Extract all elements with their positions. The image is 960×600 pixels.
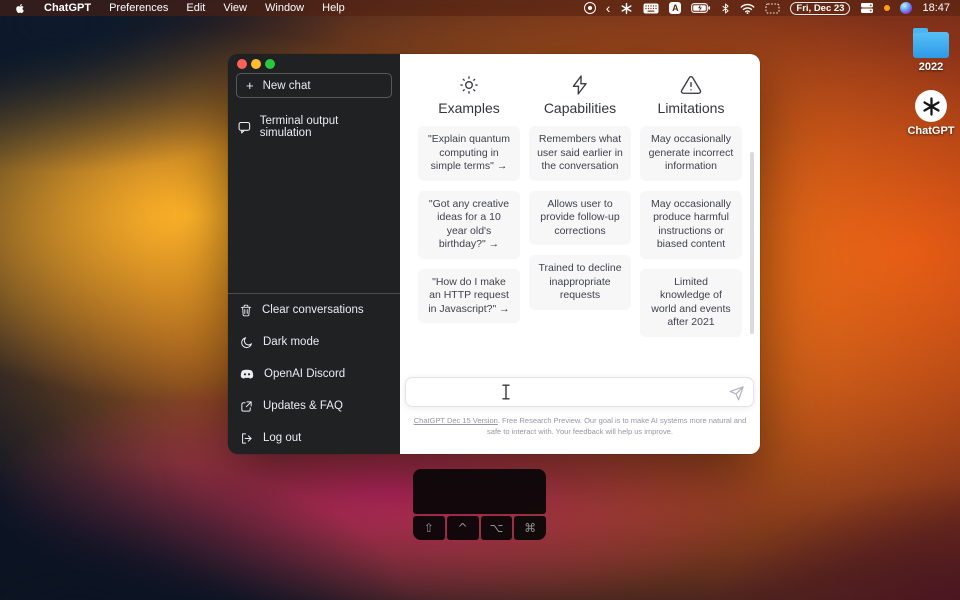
column-title: Examples — [438, 100, 499, 116]
new-chat-button[interactable]: + New chat — [236, 73, 392, 98]
sidebar-item-label: OpenAI Discord — [264, 368, 345, 380]
example-card[interactable]: "Explain quantum computing in simple ter… — [418, 126, 520, 181]
menubar-date[interactable]: Fri, Dec 23 — [790, 2, 850, 15]
chatgpt-window: + New chat Terminal output simulation Cl… — [228, 54, 760, 454]
menu-item-chatgpt[interactable]: ChatGPT — [44, 2, 91, 14]
keyboard-icon[interactable] — [643, 3, 659, 14]
sidebar-item-chat-history[interactable]: Terminal output simulation — [228, 110, 400, 144]
send-icon[interactable] — [729, 386, 744, 401]
close-window-button[interactable] — [237, 59, 247, 69]
chat-history-label: Terminal output simulation — [260, 115, 390, 139]
menubar-clock[interactable]: 18:47 — [922, 2, 950, 14]
desktop-icon-label: ChatGPT — [899, 125, 960, 137]
sidebar-item-dark-mode[interactable]: Dark mode — [228, 326, 400, 358]
chat-bubble-icon — [238, 121, 251, 134]
footer-text: . Free Research Preview. Our goal is to … — [487, 416, 746, 436]
external-link-icon — [240, 400, 253, 413]
desktop-icon-label: 2022 — [899, 61, 960, 73]
sidebar-item-label: Updates & FAQ — [263, 400, 343, 412]
control-key-indicator: ^ — [447, 516, 479, 540]
sidebar-item-label: Log out — [263, 432, 301, 444]
sidebar-item-clear-conversations[interactable]: Clear conversations — [228, 294, 400, 326]
message-input-container — [405, 377, 754, 407]
screen-record-icon[interactable] — [584, 2, 596, 14]
sidebar-item-updates-faq[interactable]: Updates & FAQ — [228, 390, 400, 422]
siri-icon[interactable] — [900, 2, 912, 14]
footer-disclaimer: ChatGPT Dec 15 Version. Free Research Pr… — [410, 416, 750, 437]
warning-triangle-icon — [680, 74, 702, 96]
option-key-indicator: ⌥ — [481, 516, 513, 540]
menu-item-help[interactable]: Help — [322, 2, 345, 14]
desktop-icon-chatgpt-app[interactable]: ChatGPT — [899, 90, 960, 137]
stack-icon[interactable] — [860, 2, 874, 14]
lightning-icon — [569, 74, 591, 96]
display-mirroring-icon[interactable] — [765, 3, 780, 14]
battery-icon[interactable] — [691, 2, 711, 14]
apple-icon — [14, 2, 26, 15]
chatgpt-app-icon — [915, 90, 947, 122]
example-card[interactable]: "How do I make an HTTP request in Javasc… — [418, 269, 520, 324]
sidebar-footer-menu: Clear conversations Dark mode OpenAI Dis… — [228, 293, 400, 454]
column-title: Capabilities — [544, 100, 616, 116]
limitation-card: Limited knowledge of world and events af… — [640, 269, 742, 337]
example-card[interactable]: "Got any creative ideas for a 10 year ol… — [418, 191, 520, 259]
sun-icon — [458, 74, 480, 96]
keystroke-visualizer: ⇧ ^ ⌥ ⌘ — [413, 469, 546, 540]
limitation-card: May occasionally produce harmful instruc… — [640, 191, 742, 259]
examples-column: Examples "Explain quantum computing in s… — [418, 74, 520, 347]
menu-item-window[interactable]: Window — [265, 2, 304, 14]
openai-menubar-icon[interactable] — [620, 2, 633, 15]
input-source-icon[interactable]: A — [669, 2, 681, 14]
capability-card: Trained to decline inappropriate request… — [529, 255, 631, 310]
scrollbar[interactable] — [750, 152, 754, 334]
folder-icon — [913, 32, 949, 58]
window-controls — [228, 54, 400, 69]
logout-icon — [240, 432, 253, 445]
menu-bar-status-area: ‹ A Fri, Dec 23 — [584, 2, 950, 15]
wifi-icon[interactable] — [740, 3, 755, 14]
text-cursor — [501, 384, 511, 400]
limitations-column: Limitations May occasionally generate in… — [640, 74, 742, 347]
version-link[interactable]: ChatGPT Dec 15 Version — [414, 416, 498, 425]
command-key-indicator: ⌘ — [514, 516, 546, 540]
chevron-left-icon[interactable]: ‹ — [606, 2, 611, 14]
menu-bar: ChatGPT Preferences Edit View Window Hel… — [0, 0, 960, 16]
desktop-icon-2022-folder[interactable]: 2022 — [899, 27, 960, 73]
modifier-key-row: ⇧ ^ ⌥ ⌘ — [413, 516, 546, 540]
menu-item-view[interactable]: View — [223, 2, 247, 14]
trash-icon — [240, 304, 252, 317]
apple-menu[interactable] — [14, 2, 26, 15]
capability-card: Allows user to provide follow-up correct… — [529, 191, 631, 246]
zoom-window-button[interactable] — [265, 59, 275, 69]
plus-icon: + — [246, 80, 254, 91]
capability-card: Remembers what user said earlier in the … — [529, 126, 631, 181]
sidebar-item-label: Dark mode — [263, 336, 319, 348]
shift-key-indicator: ⇧ — [413, 516, 445, 540]
discord-icon — [240, 369, 254, 380]
moon-icon — [240, 336, 253, 349]
sidebar-item-label: Clear conversations — [262, 304, 364, 316]
sidebar-item-openai-discord[interactable]: OpenAI Discord — [228, 358, 400, 390]
menu-item-preferences[interactable]: Preferences — [109, 2, 168, 14]
welcome-columns: Examples "Explain quantum computing in s… — [418, 74, 742, 347]
column-title: Limitations — [658, 100, 725, 116]
message-input[interactable] — [406, 378, 753, 406]
limitation-card: May occasionally generate incorrect info… — [640, 126, 742, 181]
sidebar-item-log-out[interactable]: Log out — [228, 422, 400, 454]
capabilities-column: Capabilities Remembers what user said ea… — [529, 74, 631, 347]
sidebar: + New chat Terminal output simulation Cl… — [228, 54, 400, 454]
notification-dot — [884, 5, 890, 11]
keystroke-display — [413, 469, 546, 514]
new-chat-label: New chat — [263, 80, 311, 92]
minimize-window-button[interactable] — [251, 59, 261, 69]
bluetooth-icon[interactable] — [721, 2, 730, 15]
chat-main-pane: Examples "Explain quantum computing in s… — [400, 54, 760, 454]
menu-item-edit[interactable]: Edit — [186, 2, 205, 14]
